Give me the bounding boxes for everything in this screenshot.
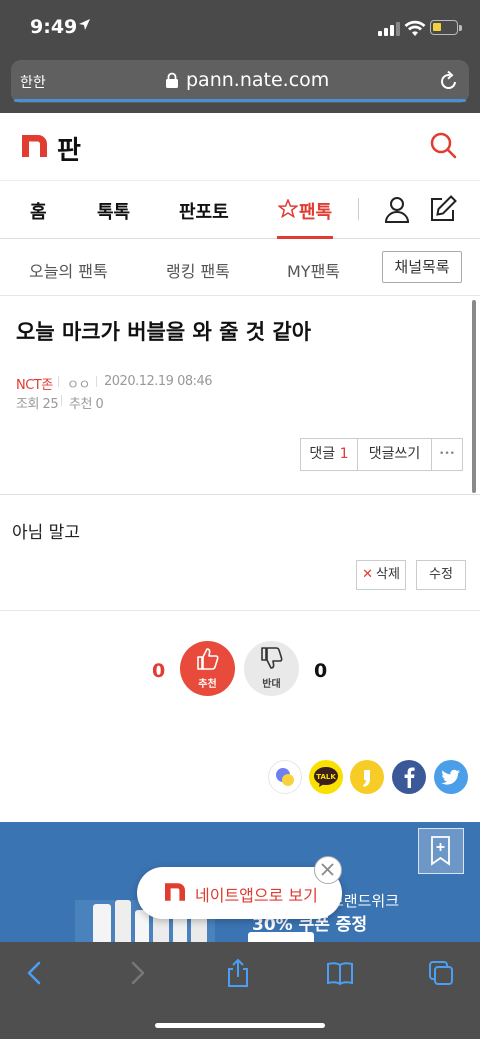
home-indicator	[155, 1023, 325, 1028]
star-icon	[278, 199, 298, 218]
cellular-signal-icon	[378, 22, 400, 36]
post-category[interactable]: NCT존	[16, 374, 53, 393]
post-date: 2020.12.19 08:46	[104, 374, 213, 389]
share-kakaostory-button[interactable]	[268, 760, 302, 794]
post-views: 조회 25	[16, 397, 59, 412]
sub-nav-ranking[interactable]: 랭킹 팬톡	[166, 258, 230, 282]
post-recommends: 추천 0	[69, 397, 104, 412]
bookmark-add-icon	[431, 836, 450, 866]
page-load-progress	[14, 99, 466, 102]
lock-icon	[166, 72, 178, 88]
open-in-app-text[interactable]: 네이트앱으로 보기	[195, 882, 318, 906]
close-icon: ✕	[362, 567, 373, 582]
reload-icon[interactable]	[438, 70, 460, 92]
nav-panphoto[interactable]: 판포토	[179, 198, 229, 224]
nav-toktok[interactable]: 톡톡	[97, 198, 130, 224]
battery-cap	[459, 25, 462, 31]
tabs-icon[interactable]	[426, 958, 456, 988]
search-icon[interactable]	[428, 130, 458, 160]
battery-icon	[430, 20, 458, 35]
share-kakaotalk-button[interactable]: TALK	[309, 760, 343, 794]
thumbs-up-icon	[197, 648, 219, 670]
meta-divider	[61, 395, 62, 406]
svg-text:TALK: TALK	[316, 773, 336, 781]
downvote-label: 반대	[262, 679, 281, 690]
post-author: ㅇㅇ	[67, 378, 90, 393]
nav-pantalk[interactable]: 팬톡	[299, 198, 332, 224]
nate-logo-icon	[165, 883, 185, 901]
comment-count-button[interactable]: 댓글 1	[300, 438, 358, 471]
thumbs-down-icon	[261, 647, 283, 669]
close-icon	[321, 863, 334, 876]
nav-divider	[358, 198, 359, 220]
write-comment-button[interactable]: 댓글쓰기	[357, 438, 432, 471]
page-scrollbar[interactable]	[472, 300, 476, 493]
post-title: 오늘 마크가 버블을 와 줄 것 같아	[16, 320, 312, 344]
sub-nav-my[interactable]: MY팬톡	[287, 258, 340, 282]
nate-logo-icon[interactable]	[22, 135, 47, 157]
write-icon[interactable]	[428, 194, 458, 224]
meta-divider	[58, 376, 59, 387]
more-options-button[interactable]: •••	[431, 438, 463, 471]
user-icon[interactable]	[383, 195, 411, 223]
popup-close-button[interactable]	[314, 856, 342, 884]
delete-button[interactable]: ✕ 삭제	[356, 560, 406, 590]
meta-divider	[96, 376, 97, 387]
sub-nav-today[interactable]: 오늘의 팬톡	[29, 258, 108, 282]
post-body: 아님 말고	[12, 523, 80, 543]
share-icon[interactable]	[223, 958, 253, 988]
post-divider	[0, 494, 480, 495]
reader-aa-button[interactable]: 한한	[20, 72, 46, 92]
back-icon[interactable]	[20, 958, 50, 988]
forward-icon[interactable]	[122, 958, 152, 988]
bookmarks-icon[interactable]	[325, 958, 355, 988]
wifi-icon	[404, 20, 426, 36]
twitter-icon	[441, 769, 460, 785]
comment-label: 댓글	[309, 446, 336, 462]
comment-count: 1	[339, 446, 349, 462]
nav-home[interactable]: 홈	[30, 198, 47, 224]
kakaotalk-icon: TALK	[314, 767, 338, 787]
share-facebook-button[interactable]	[392, 760, 426, 794]
location-arrow-icon	[79, 19, 90, 30]
quote-icon	[363, 770, 370, 787]
body-divider	[0, 610, 480, 611]
downvote-count: 0	[314, 660, 328, 682]
upvote-count: 0	[152, 660, 166, 682]
status-time: 9:49	[30, 16, 78, 38]
facebook-icon	[404, 767, 415, 788]
channel-list-button[interactable]: 채널목록	[382, 251, 462, 283]
kakaostory-icon	[276, 768, 294, 786]
edit-button[interactable]: 수정	[416, 560, 466, 590]
url-text[interactable]: pann.nate.com	[186, 69, 329, 91]
share-story-button[interactable]	[350, 760, 384, 794]
site-logo-text[interactable]: 판	[57, 130, 81, 167]
upvote-label: 추천	[198, 679, 217, 690]
delete-label: 삭제	[375, 567, 400, 582]
share-twitter-button[interactable]	[434, 760, 468, 794]
bookmark-button[interactable]	[418, 828, 464, 874]
